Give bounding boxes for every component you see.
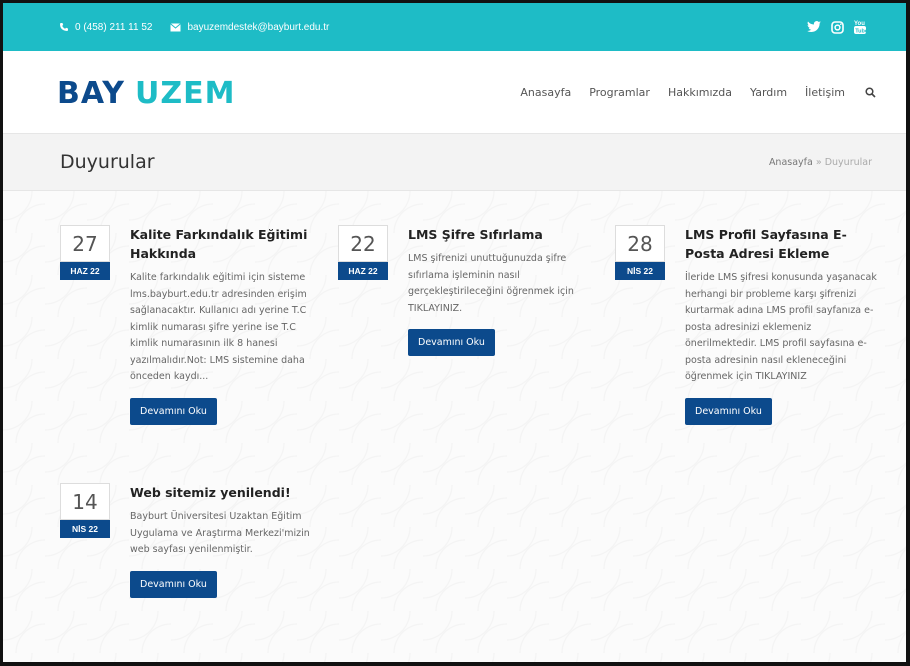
date-day: 14 bbox=[60, 483, 110, 520]
breadcrumb: Anasayfa » Duyurular bbox=[769, 157, 872, 168]
date-day: 22 bbox=[338, 225, 388, 262]
read-more-button[interactable]: Devamını Oku bbox=[408, 329, 495, 356]
phone-icon bbox=[60, 23, 68, 31]
svg-text:BAY: BAY bbox=[57, 77, 125, 107]
site-header: BAY UZEM Anasayfa Programlar Hakkımızda … bbox=[3, 51, 906, 133]
phone-contact[interactable]: 0 (458) 211 11 52 bbox=[59, 22, 152, 33]
svg-text:Tube: Tube bbox=[855, 29, 866, 35]
announcement-title[interactable]: LMS Profil Sayfasına E-Posta Adresi Ekle… bbox=[685, 225, 880, 263]
youtube-icon[interactable]: YouTube bbox=[854, 19, 866, 35]
read-more-button[interactable]: Devamını Oku bbox=[130, 397, 217, 425]
nav-item-hakkimizda[interactable]: Hakkımızda bbox=[668, 86, 732, 99]
date-month: NİS 22 bbox=[615, 262, 665, 280]
instagram-icon[interactable] bbox=[831, 20, 844, 34]
page-title-bar: Duyurular Anasayfa » Duyurular bbox=[3, 133, 906, 191]
announcement-excerpt: İleride LMS şifresi konusunda yaşanacak … bbox=[685, 272, 877, 382]
date-badge: 27 HAZ 22 bbox=[60, 225, 110, 280]
announcements-list: 27 HAZ 22 Kalite Farkındalık Eğitimi Hak… bbox=[3, 191, 906, 662]
nav-item-anasayfa[interactable]: Anasayfa bbox=[520, 86, 571, 99]
date-month: HAZ 22 bbox=[338, 262, 388, 280]
date-day: 27 bbox=[60, 225, 110, 262]
email-address: bayuzemdestek@bayburt.edu.tr bbox=[187, 21, 330, 33]
nav-item-yardim[interactable]: Yardım bbox=[750, 86, 787, 99]
announcement-excerpt: LMS şifrenizi unuttuğunuzda şifre sıfırl… bbox=[408, 253, 574, 314]
date-badge: 22 HAZ 22 bbox=[338, 225, 388, 280]
top-bar: 0 (458) 211 11 52 bayuzemdestek@bayburt.… bbox=[3, 3, 906, 51]
envelope-icon bbox=[170, 22, 182, 31]
date-month: NİS 22 bbox=[60, 520, 110, 538]
search-icon bbox=[865, 86, 876, 98]
announcement-excerpt: Kalite farkındalık eğitimi için sisteme … bbox=[130, 272, 307, 382]
date-month: HAZ 22 bbox=[60, 262, 110, 280]
site-logo[interactable]: BAY UZEM bbox=[57, 77, 233, 107]
announcement-title[interactable]: Web sitemiz yenilendi! bbox=[130, 483, 330, 502]
date-badge: 14 NİS 22 bbox=[60, 483, 110, 538]
announcement-title[interactable]: LMS Şifre Sıfırlama bbox=[408, 225, 593, 244]
search-button[interactable] bbox=[865, 86, 876, 98]
twitter-icon[interactable] bbox=[807, 21, 821, 33]
nav-item-programlar[interactable]: Programlar bbox=[589, 86, 650, 99]
nav-item-iletisim[interactable]: İletişim bbox=[805, 86, 845, 99]
email-contact[interactable]: bayuzemdestek@bayburt.edu.tr bbox=[170, 22, 329, 33]
announcement-excerpt: Bayburt Üniversitesi Uzaktan Eğitim Uygu… bbox=[130, 511, 310, 555]
page-title: Duyurular bbox=[60, 151, 155, 173]
bayuzem-logo-icon: BAY UZEM bbox=[57, 77, 233, 107]
announcement-title[interactable]: Kalite Farkındalık Eğitimi Hakkında bbox=[130, 225, 320, 263]
social-links: YouTube bbox=[807, 19, 866, 35]
read-more-button[interactable]: Devamını Oku bbox=[685, 397, 772, 425]
date-badge: 28 NİS 22 bbox=[615, 225, 665, 280]
main-nav: Anasayfa Programlar Hakkımızda Yardım İl… bbox=[520, 86, 876, 99]
read-more-button[interactable]: Devamını Oku bbox=[130, 570, 217, 598]
browser-frame: 0 (458) 211 11 52 bayuzemdestek@bayburt.… bbox=[0, 0, 910, 666]
date-day: 28 bbox=[615, 225, 665, 262]
breadcrumb-home[interactable]: Anasayfa bbox=[769, 157, 813, 168]
svg-text:UZEM: UZEM bbox=[135, 77, 233, 107]
breadcrumb-current: Duyurular bbox=[824, 156, 872, 168]
phone-number: 0 (458) 211 11 52 bbox=[75, 21, 153, 33]
breadcrumb-separator: » bbox=[815, 156, 822, 168]
